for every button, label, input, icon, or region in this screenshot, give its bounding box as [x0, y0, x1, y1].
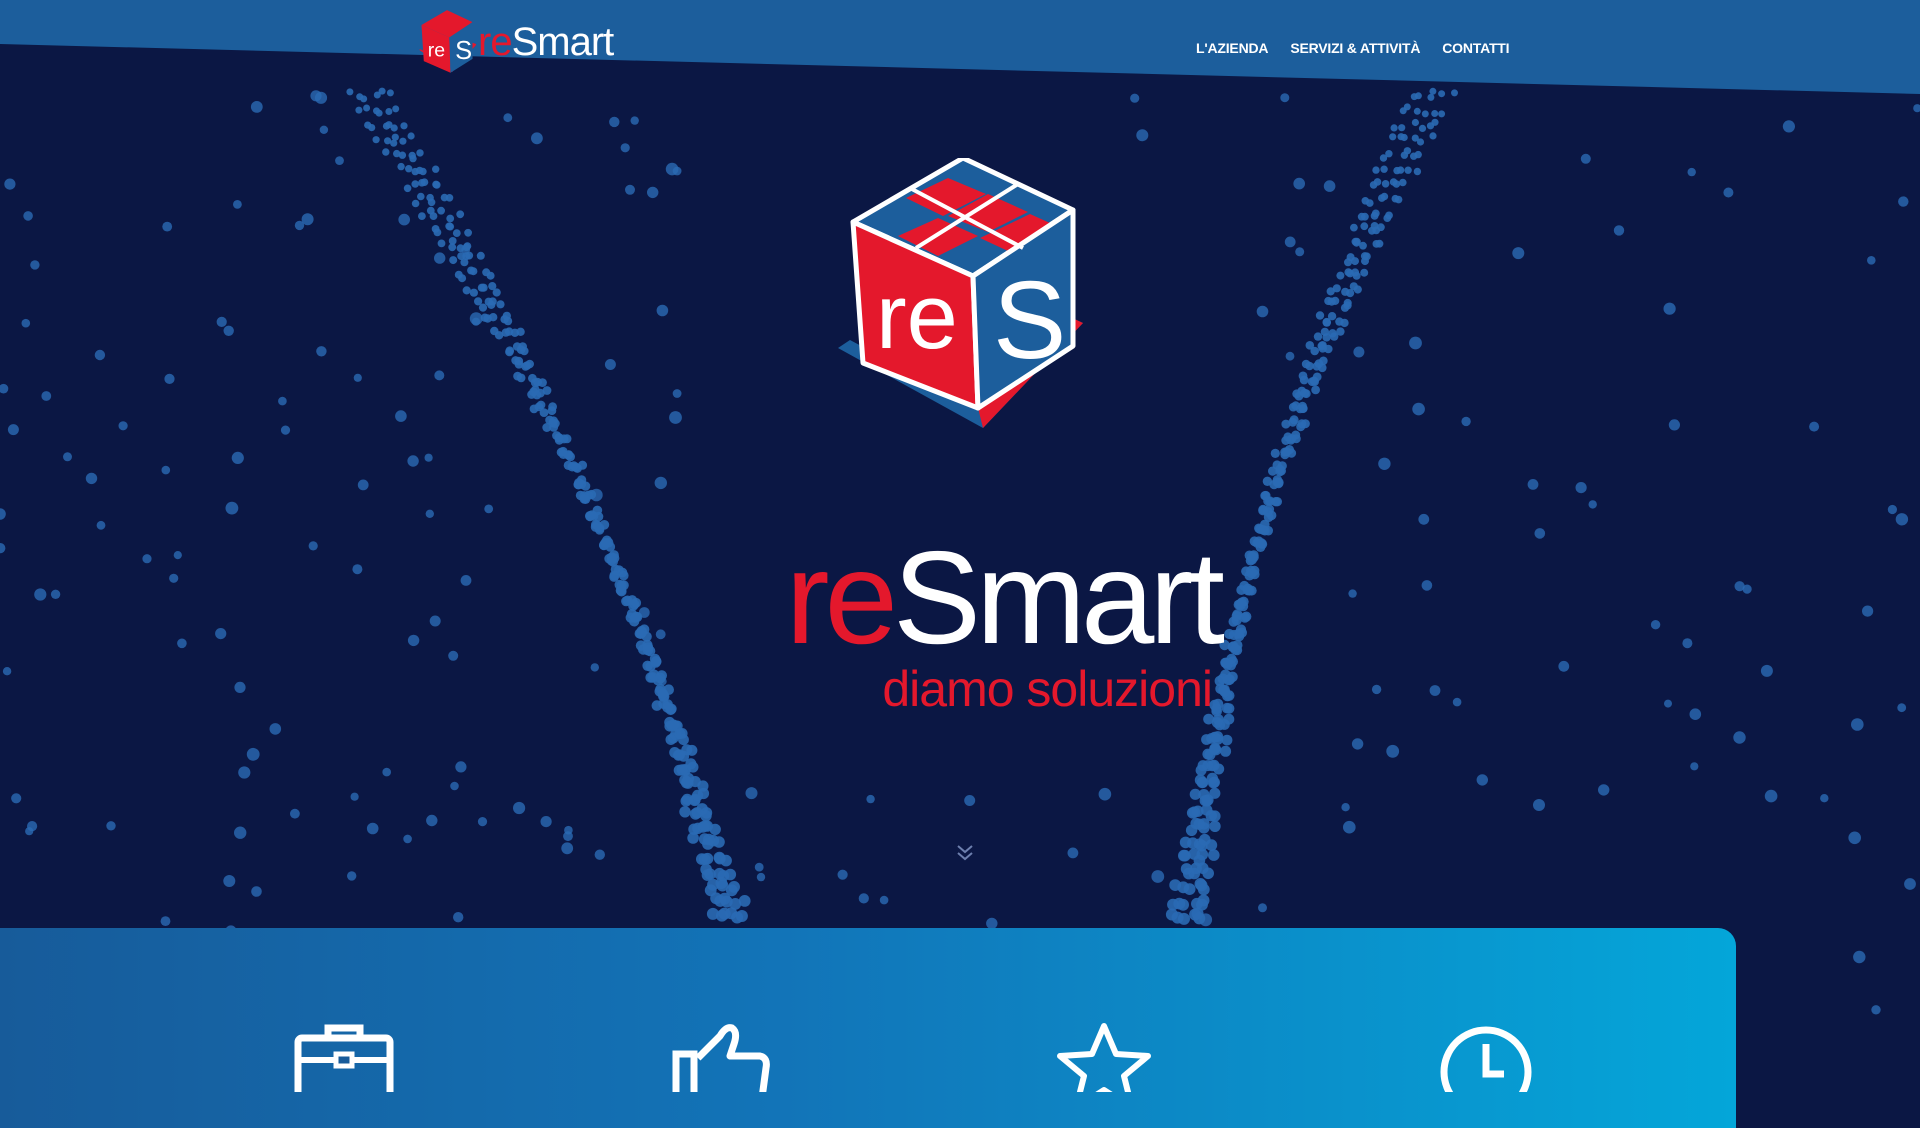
- briefcase-icon: [294, 1024, 394, 1092]
- header-logo-wordmark: reSmart: [478, 20, 615, 64]
- hero-smart-text: Smart: [892, 524, 1225, 671]
- logo-smart-text: Smart: [511, 20, 615, 64]
- header-logo[interactable]: re S reSmart: [418, 10, 615, 74]
- main-nav: L'AZIENDA SERVIZI & ATTIVITÀ CONTATTI: [1196, 40, 1510, 56]
- star-icon: [1057, 1023, 1151, 1092]
- double-chevron-down-icon[interactable]: [954, 842, 976, 864]
- cube-logo-icon: re S: [419, 10, 476, 73]
- nav-item-servizi[interactable]: SERVIZI & ATTIVITÀ: [1290, 40, 1420, 56]
- hero-re-text: re: [785, 524, 898, 671]
- hero-wordmark: reSmart: [700, 532, 1225, 664]
- svg-text:re: re: [428, 40, 445, 62]
- hero-tagline: diamo soluzioni: [882, 661, 1213, 717]
- thumbs-up-icon: [672, 1024, 770, 1092]
- nav-item-contatti[interactable]: CONTATTI: [1442, 40, 1509, 56]
- logo-re-text: re: [478, 20, 513, 64]
- clock-icon: [1440, 1026, 1532, 1092]
- svg-text:S: S: [455, 37, 472, 65]
- hero-cube-logo-icon: re S: [838, 158, 1083, 428]
- site-header: re S reSmart L'AZIENDA SERVIZI & ATTIVIT…: [0, 0, 1920, 80]
- cube-face-s-text: S: [993, 259, 1066, 382]
- cube-face-re-text: re: [876, 266, 958, 368]
- nav-item-azienda[interactable]: L'AZIENDA: [1196, 40, 1269, 56]
